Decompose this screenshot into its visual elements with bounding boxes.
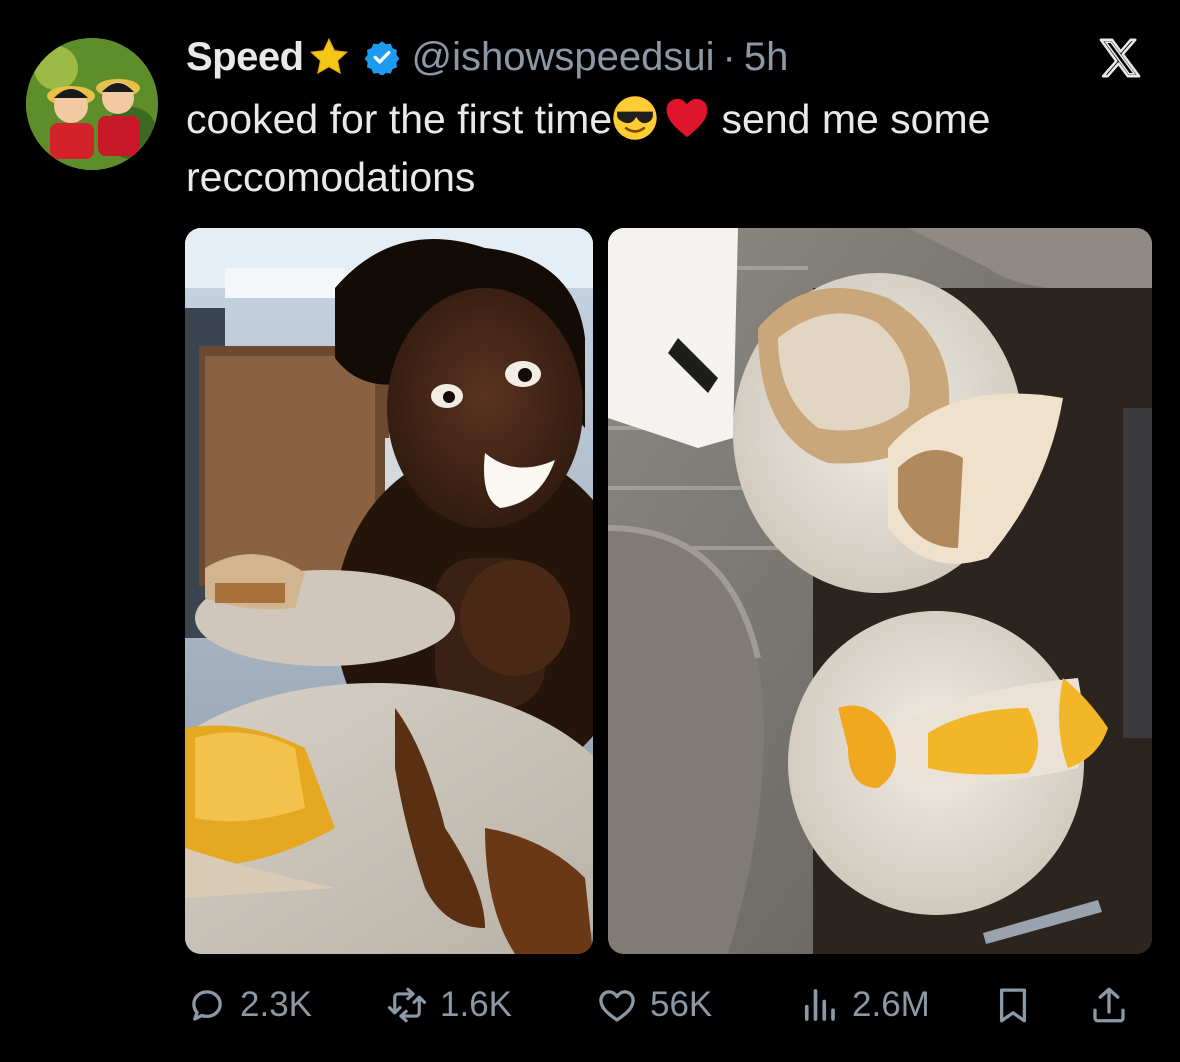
star-emoji-icon xyxy=(309,37,348,75)
photo-plates-of-food[interactable] xyxy=(608,228,1152,954)
views-chart-icon xyxy=(804,989,835,1021)
red-heart-emoji-icon xyxy=(666,98,708,138)
timestamp[interactable]: 5h xyxy=(744,35,789,80)
reply-button[interactable]: 2.3K xyxy=(186,980,312,1030)
selfie-photo-image xyxy=(185,228,593,954)
user-handle[interactable]: @ishowspeedsui xyxy=(412,35,715,80)
like-count: 56K xyxy=(650,985,713,1024)
repost-icon xyxy=(387,987,427,1023)
avatar-image xyxy=(26,38,158,170)
tweet-text: cooked for the first time send me some r… xyxy=(186,90,1146,206)
bookmark-button[interactable] xyxy=(992,980,1034,1030)
bookmark-icon xyxy=(999,988,1027,1023)
separator-dot: · xyxy=(722,34,736,79)
sunglasses-emoji-icon xyxy=(613,96,657,140)
reply-icon xyxy=(192,990,222,1021)
tweet-text-part1: cooked for the first time xyxy=(186,96,613,142)
tweet-action-bar: 2.3K 1.6K 56K 2.6M xyxy=(186,980,1146,1030)
repost-count: 1.6K xyxy=(440,985,512,1024)
verified-badge-icon[interactable] xyxy=(364,39,400,75)
food-plates-photo-image xyxy=(608,228,1152,954)
share-icon xyxy=(1093,987,1125,1023)
avatar[interactable] xyxy=(26,38,158,170)
views-count: 2.6M xyxy=(852,985,930,1024)
share-button[interactable] xyxy=(1088,980,1130,1030)
x-logo-icon xyxy=(1099,38,1141,78)
display-name[interactable]: Speed xyxy=(186,35,304,80)
repost-button[interactable]: 1.6K xyxy=(386,980,512,1030)
photo-selfie-with-food[interactable] xyxy=(185,228,593,954)
views-button[interactable]: 2.6M xyxy=(798,980,930,1030)
reply-count: 2.3K xyxy=(240,985,312,1024)
tweet-header: Speed @ishowspeedsui · 5h xyxy=(186,34,788,80)
like-button[interactable]: 56K xyxy=(596,980,712,1030)
heart-icon xyxy=(599,990,635,1022)
